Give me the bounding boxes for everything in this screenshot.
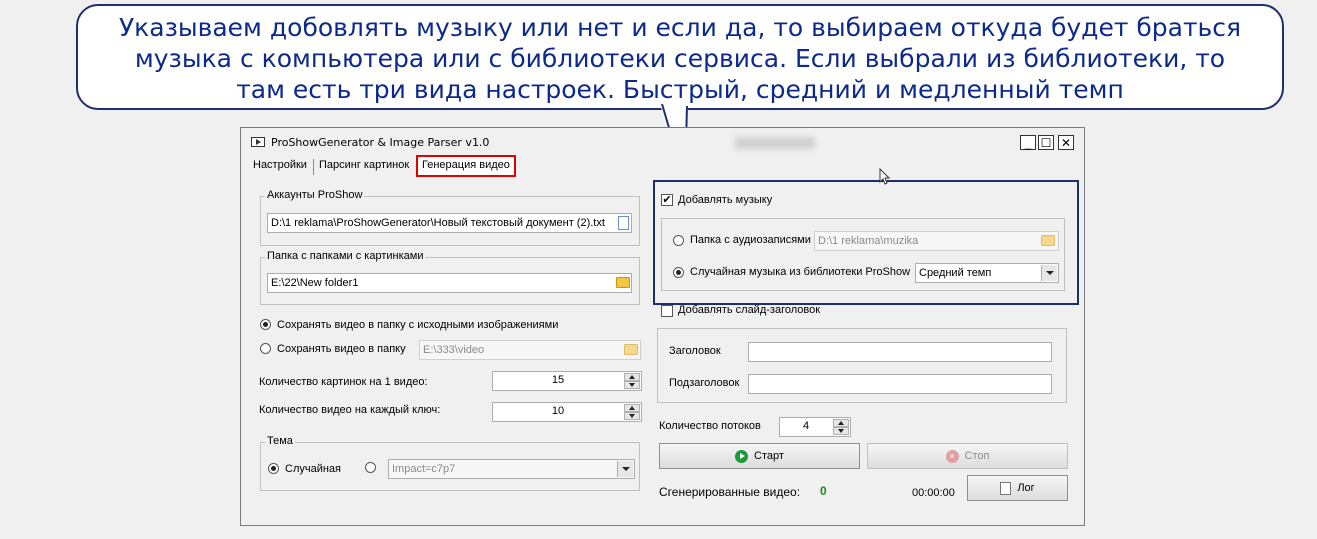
- threads-stepper[interactable]: 4: [779, 417, 851, 437]
- play-icon: [735, 449, 749, 463]
- annotation-callout: Указываем добовлять музыку или нет и есл…: [76, 4, 1284, 110]
- theme-random-radio[interactable]: [268, 463, 279, 474]
- audio-folder-radio[interactable]: [673, 235, 684, 246]
- log-button[interactable]: Лог: [967, 475, 1068, 501]
- theme-random-label: Случайная: [285, 463, 342, 475]
- save-folder-radio[interactable]: [260, 343, 271, 354]
- library-music-radio[interactable]: [673, 267, 684, 278]
- threads-value: 4: [802, 420, 810, 432]
- stop-button-label: Стоп: [964, 450, 990, 462]
- subtitle-label: Подзаголовок: [669, 377, 740, 389]
- videos-per-key-stepper[interactable]: 10: [492, 402, 642, 422]
- window-title: ProShowGenerator & Image Parser v1.0: [271, 136, 490, 149]
- title-group: Заголовок Подзаголовок: [657, 328, 1067, 403]
- tab-video-generation[interactable]: Генерация видео: [416, 155, 516, 177]
- log-button-label: Лог: [1017, 482, 1035, 494]
- blurred-title-area: [735, 137, 815, 149]
- stop-button[interactable]: × Стоп: [867, 443, 1068, 469]
- mouse-cursor-icon: [879, 168, 891, 185]
- add-title-slide-checkbox[interactable]: [661, 305, 673, 317]
- log-icon: [1000, 481, 1012, 495]
- threads-label: Количество потоков: [659, 420, 761, 432]
- subtitle-field[interactable]: [748, 374, 1052, 394]
- audio-folder-field[interactable]: D:\1 reklama\muzika: [814, 231, 1059, 251]
- music-settings-highlight: ✔ Добавлять музыку Папка с аудиозаписями…: [653, 180, 1079, 305]
- audio-folder-label: Папка с аудиозаписями: [690, 234, 811, 246]
- theme-select[interactable]: Impact=c7p7: [388, 459, 635, 479]
- spin-down-arrow-icon[interactable]: [624, 412, 640, 420]
- start-button[interactable]: Старт: [659, 443, 860, 469]
- timer: 00:00:00: [912, 487, 955, 499]
- spin-up-arrow-icon[interactable]: [624, 404, 640, 412]
- folders-group-label: Папка с папками с картинками: [265, 250, 426, 262]
- theme-group-label: Тема: [265, 435, 295, 447]
- tab-image-parsing[interactable]: Парсинг картинок: [315, 157, 413, 175]
- folder-icon[interactable]: [616, 277, 630, 288]
- save-folder-label: Сохранять видео в папку: [277, 343, 406, 355]
- accounts-group: Аккаунты ProShow D:\1 reklama\ProShowGen…: [260, 189, 640, 246]
- generated-count: 0: [820, 484, 827, 498]
- app-icon: [251, 137, 265, 147]
- folder-icon[interactable]: [1041, 235, 1055, 246]
- videos-per-key-value: 10: [551, 405, 565, 417]
- document-icon[interactable]: [618, 216, 629, 230]
- spin-up-arrow-icon[interactable]: [833, 419, 849, 427]
- title-field[interactable]: [748, 342, 1052, 362]
- library-music-label: Случайная музыка из библиотеки ProShow: [690, 266, 911, 278]
- close-button[interactable]: ✕: [1058, 135, 1074, 150]
- theme-select-radio[interactable]: [365, 462, 376, 473]
- add-title-slide-label: Добавлять слайд-заголовок: [678, 304, 821, 316]
- callout-text: Указываем добовлять музыку или нет и есл…: [118, 13, 1242, 104]
- folders-path-field[interactable]: E:\22\New folder1: [267, 273, 632, 293]
- spin-up-arrow-icon[interactable]: [624, 373, 640, 381]
- add-music-label: Добавлять музыку: [678, 194, 773, 206]
- generated-label: Сгенерированные видео:: [659, 485, 801, 499]
- videos-per-key-label: Количество видео на каждый ключ:: [259, 404, 441, 416]
- accounts-path-field[interactable]: D:\1 reklama\ProShowGenerator\Новый текс…: [267, 213, 632, 233]
- save-source-label: Сохранять видео в папку с исходными изоб…: [277, 319, 559, 331]
- music-source-group: Папка с аудиозаписями D:\1 reklama\muzik…: [661, 218, 1065, 291]
- maximize-button[interactable]: ☐: [1038, 135, 1054, 150]
- tab-separator: [313, 159, 314, 175]
- start-button-label: Старт: [754, 450, 784, 462]
- save-folder-field[interactable]: E:\333\video: [419, 340, 641, 360]
- images-per-video-label: Количество картинок на 1 видео:: [259, 376, 428, 388]
- minimize-button[interactable]: _: [1020, 135, 1036, 150]
- spin-down-arrow-icon[interactable]: [624, 381, 640, 389]
- folders-group: Папка с папками с картинками E:\22\New f…: [260, 250, 640, 305]
- title-bar: ProShowGenerator & Image Parser v1.0 _ ☐…: [241, 128, 1084, 154]
- chevron-down-icon[interactable]: [617, 461, 633, 477]
- stop-icon: ×: [945, 449, 959, 463]
- images-per-video-stepper[interactable]: 15: [492, 371, 642, 391]
- chevron-down-icon[interactable]: [1041, 265, 1057, 281]
- tab-settings[interactable]: Настройки: [249, 157, 311, 175]
- spin-down-arrow-icon[interactable]: [833, 427, 849, 435]
- save-source-radio[interactable]: [260, 319, 271, 330]
- theme-select-value: Impact=c7p7: [392, 463, 456, 475]
- images-per-video-value: 15: [551, 374, 565, 386]
- add-music-checkbox[interactable]: ✔: [661, 194, 673, 206]
- accounts-group-label: Аккаунты ProShow: [265, 189, 365, 201]
- tempo-select[interactable]: Средний темп: [915, 263, 1059, 283]
- tempo-select-value: Средний темп: [919, 267, 992, 279]
- theme-group: Тема Случайная Impact=c7p7: [260, 435, 640, 491]
- title-label: Заголовок: [669, 345, 721, 357]
- folder-icon[interactable]: [624, 344, 638, 355]
